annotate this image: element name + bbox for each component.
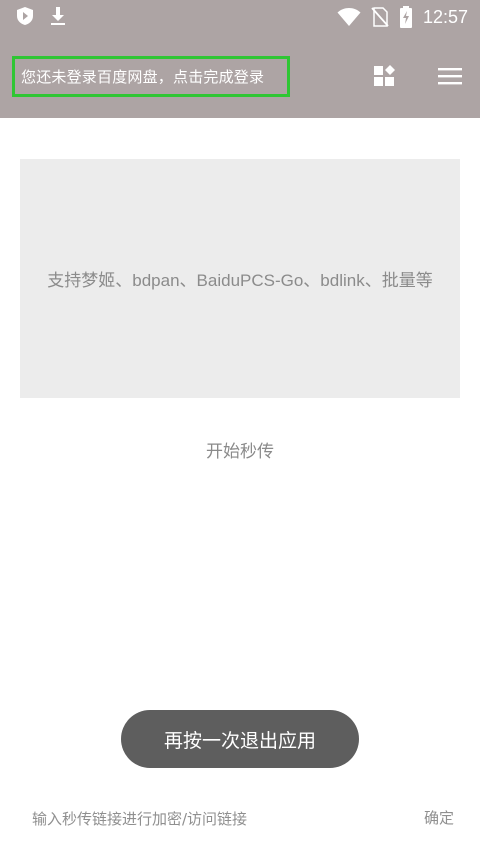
supported-formats-card: 支持梦姬、bdpan、BaiduPCS-Go、bdlink、批量等 [20,159,460,398]
start-transfer-button[interactable]: 开始秒传 [170,428,310,470]
menu-icon[interactable] [438,64,462,88]
status-bar: 12:57 [0,0,480,34]
login-prompt-button[interactable]: 您还未登录百度网盘，点击完成登录 [12,56,290,97]
app-screen: 12:57 您还未登录百度网盘，点击完成登录 支持梦姬、bdpan、BaiduP… [0,0,480,853]
wifi-icon [337,8,361,26]
status-left-group [16,6,66,26]
bottom-input-bar: 确定 [0,796,480,842]
status-right-group: 12:57 [337,4,468,30]
no-sim-icon [371,7,389,27]
download-icon [51,7,65,25]
battery-charging-icon [399,6,412,28]
status-time: 12:57 [422,6,468,27]
supported-formats-text: 支持梦姬、bdpan、BaiduPCS-Go、bdlink、批量等 [47,271,433,290]
widgets-icon[interactable] [373,64,397,88]
exit-toast: 再按一次退出应用 [121,710,359,768]
confirm-button[interactable]: 确定 [424,807,454,828]
link-input[interactable] [26,802,398,836]
app-bar: 您还未登录百度网盘，点击完成登录 [0,34,480,118]
shield-icon [17,7,33,25]
